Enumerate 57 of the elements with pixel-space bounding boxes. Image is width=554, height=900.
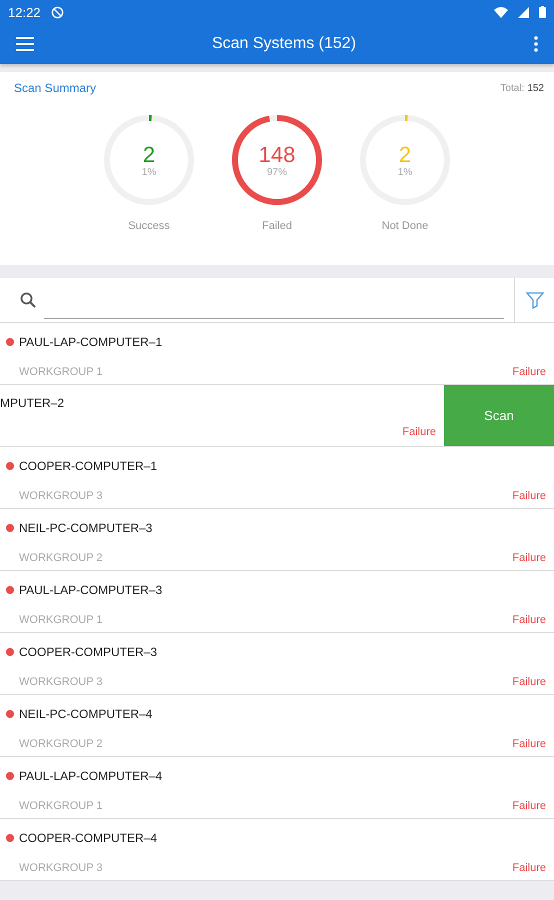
computer-name: COOPER-COMPUTER–1	[19, 459, 158, 473]
workgroup-name: WORKGROUP 3	[19, 676, 103, 688]
computer-row[interactable]: COOPER-COMPUTER–1 WORKGROUP 3 Failure	[0, 447, 554, 509]
count-value: 2	[142, 142, 156, 166]
search-bar[interactable]	[0, 278, 554, 323]
computer-name: COOPER-COMPUTER–4	[19, 831, 158, 845]
computer-row[interactable]: PAUL-LAP-COMPUTER–4 WORKGROUP 1 Failure	[0, 757, 554, 819]
percent-value: 1%	[142, 166, 156, 178]
wifi-icon	[494, 6, 508, 18]
workgroup-name: WORKGROUP 2	[19, 738, 103, 750]
scan-status: Failure	[512, 366, 546, 378]
search-icon	[20, 292, 36, 308]
workgroup-name: WORKGROUP 1	[19, 366, 103, 378]
workgroup-name: WORKGROUP 1	[19, 800, 103, 812]
computer-row[interactable]: COOPER-COMPUTER–3 WORKGROUP 3 Failure	[0, 633, 554, 695]
status-time: 12:22	[8, 4, 41, 20]
ring-label: Not Done	[382, 220, 428, 232]
computer-name: PAUL-LAP-COMPUTER–4	[19, 769, 162, 783]
signal-icon	[518, 6, 529, 18]
computer-row[interactable]: PAUL-LAP-COMPUTER–3 WORKGROUP 1 Failure	[0, 571, 554, 633]
filter-icon	[526, 291, 544, 309]
computer-row[interactable]: COOPER-COMPUTER–4 WORKGROUP 3 Failure	[0, 819, 554, 881]
scan-status: Failure	[512, 800, 546, 812]
scan-status: Failure	[512, 614, 546, 626]
total-value: 152	[527, 82, 544, 94]
battery-icon	[539, 6, 546, 18]
computer-name: COOPER-COMPUTER–3	[19, 645, 158, 659]
count-value: 2	[398, 142, 412, 166]
scan-status: Failure	[512, 552, 546, 564]
workgroup-name: WORKGROUP 2	[19, 552, 103, 564]
scan-status: Failure	[512, 490, 546, 502]
total-label: Total:	[500, 82, 524, 94]
percent-value: 1%	[398, 166, 412, 178]
workgroup-name: WORKGROUP 3	[19, 490, 103, 502]
more-options-button[interactable]	[534, 36, 538, 52]
count-value: 148	[258, 142, 296, 166]
ring-label: Success	[128, 220, 170, 232]
computer-name: PAUL-LAP-COMPUTER–3	[19, 583, 162, 597]
menu-button[interactable]	[16, 37, 34, 51]
computer-row[interactable]: NEIL-PC-COMPUTER–4 WORKGROUP 2 Failure	[0, 695, 554, 757]
workgroup-name: WORKGROUP 1	[19, 614, 103, 626]
summary-title: Scan Summary	[14, 81, 96, 95]
computer-name: PAUL-LAP-COMPUTER–1	[19, 335, 162, 349]
computer-name: NEIL-PC-COMPUTER–4	[19, 707, 152, 721]
ring-label: Failed	[262, 220, 292, 232]
computer-name: MPUTER–2	[0, 396, 66, 410]
scan-status: Failure	[512, 738, 546, 750]
computer-row[interactable]: NEIL-PC-COMPUTER–3 WORKGROUP 2 Failure	[0, 509, 554, 571]
scan-status: Failure	[512, 676, 546, 688]
percent-value: 97%	[266, 166, 287, 178]
workgroup-name: WORKGROUP 3	[19, 862, 103, 874]
sync-off-icon	[50, 6, 64, 18]
scan-status: Failure	[402, 426, 436, 438]
computer-row[interactable]: MPUTER–2 Failure Scan	[0, 385, 554, 447]
computer-name: NEIL-PC-COMPUTER–3	[19, 521, 152, 535]
scan-status: Failure	[512, 862, 546, 874]
screen-title: Scan Systems (152)	[210, 35, 358, 53]
